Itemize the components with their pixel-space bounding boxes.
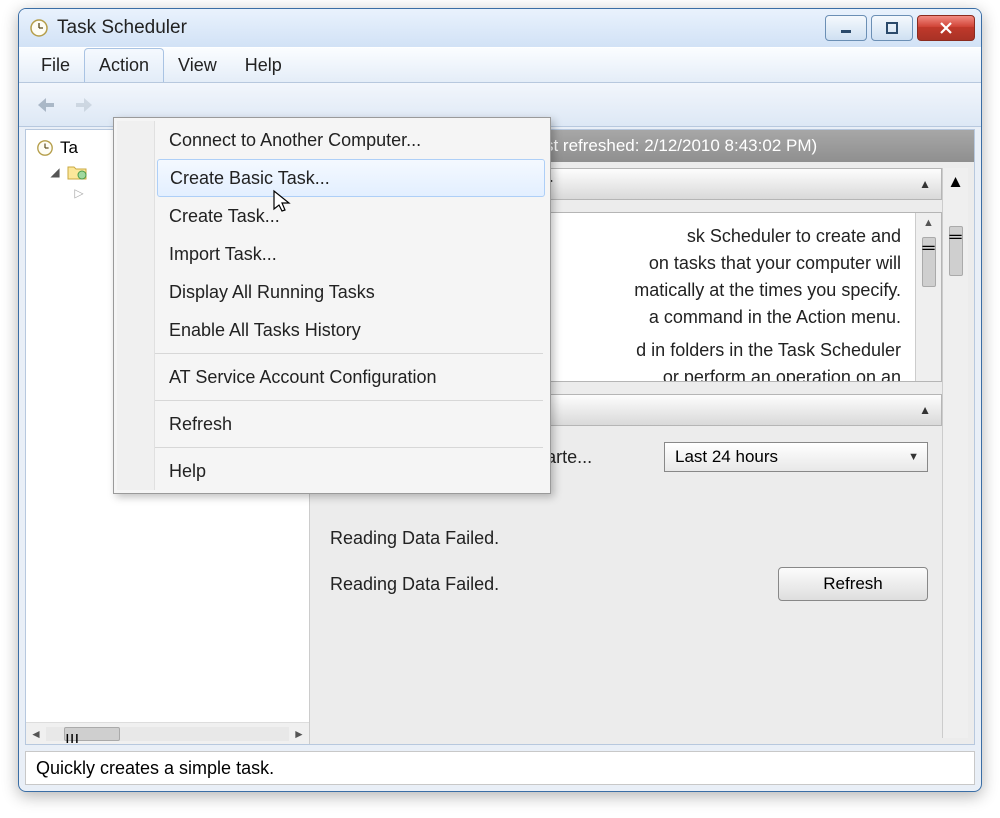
minimize-button[interactable] [825, 15, 867, 41]
refresh-button[interactable]: Refresh [778, 567, 928, 601]
menu-item-display-all-running-tasks[interactable]: Display All Running Tasks [155, 273, 547, 311]
last-refreshed: Last refreshed: 2/12/2010 8:43:02 PM) [526, 136, 817, 156]
scroll-thumb[interactable]: ═ [949, 226, 963, 276]
scroll-right-icon[interactable]: ► [289, 727, 309, 741]
menu-action[interactable]: Action [84, 48, 164, 82]
window-title: Task Scheduler [57, 17, 825, 39]
timeframe-dropdown[interactable]: Last 24 hours ▼ [664, 442, 928, 472]
menu-separator [155, 353, 543, 354]
action-menu-popup: Connect to Another Computer...Create Bas… [113, 117, 551, 494]
menu-item-enable-all-tasks-history[interactable]: Enable All Tasks History [155, 311, 547, 349]
app-window: Task Scheduler File Action View Help [18, 8, 982, 792]
scroll-left-icon[interactable]: ◄ [26, 727, 46, 741]
menu-items: Connect to Another Computer...Create Bas… [155, 121, 547, 490]
scroll-up-icon[interactable]: ▲ [947, 172, 964, 192]
folder-icon [66, 162, 88, 182]
tree-root-label: Ta [60, 138, 78, 158]
titlebar[interactable]: Task Scheduler [19, 9, 981, 47]
refresh-row: Reading Data Failed. Refresh [316, 567, 942, 611]
statusbar: Quickly creates a simple task. [25, 751, 975, 785]
status-text: Quickly creates a simple task. [36, 758, 274, 779]
menu-view[interactable]: View [164, 48, 231, 82]
menu-item-help[interactable]: Help [155, 452, 547, 490]
scroll-thumb[interactable]: ııı [64, 727, 120, 741]
caret-right-icon: ▷ [72, 186, 86, 200]
menu-item-refresh[interactable]: Refresh [155, 405, 547, 443]
overview-scrollbar[interactable]: ▲ ═ [915, 213, 941, 381]
clock-icon [34, 138, 56, 158]
reading-failed-1: Reading Data Failed. [316, 522, 942, 555]
back-button[interactable] [27, 89, 63, 121]
clock-icon [29, 18, 49, 38]
collapse-icon[interactable]: ▲ [919, 403, 931, 417]
scroll-up-icon[interactable]: ▲ [923, 217, 934, 229]
menu-gutter [117, 121, 155, 490]
menu-separator [155, 400, 543, 401]
menu-item-at-service-account-configuration[interactable]: AT Service Account Configuration [155, 358, 547, 396]
window-controls [825, 15, 975, 41]
menubar: File Action View Help [19, 47, 981, 83]
scroll-thumb[interactable]: ═ [922, 237, 936, 287]
forward-button[interactable] [67, 89, 103, 121]
collapse-icon[interactable]: ▲ [919, 177, 931, 191]
right-scrollbar[interactable]: ▲ ═ [942, 168, 968, 738]
menu-item-create-basic-task[interactable]: Create Basic Task... [157, 159, 545, 197]
menu-help[interactable]: Help [231, 48, 296, 82]
menu-file[interactable]: File [27, 48, 84, 82]
dropdown-value: Last 24 hours [675, 447, 778, 467]
caret-down-icon: ◢ [48, 165, 62, 179]
close-button[interactable] [917, 15, 975, 41]
scroll-track[interactable]: ııı [46, 727, 289, 741]
maximize-button[interactable] [871, 15, 913, 41]
menu-separator [155, 447, 543, 448]
menu-item-import-task[interactable]: Import Task... [155, 235, 547, 273]
chevron-down-icon: ▼ [908, 451, 919, 463]
horizontal-scrollbar[interactable]: ◄ ııı ► [26, 722, 309, 744]
menu-item-create-task[interactable]: Create Task... [155, 197, 547, 235]
reading-failed-2: Reading Data Failed. [330, 574, 499, 595]
menu-item-connect-to-another-computer[interactable]: Connect to Another Computer... [155, 121, 547, 159]
